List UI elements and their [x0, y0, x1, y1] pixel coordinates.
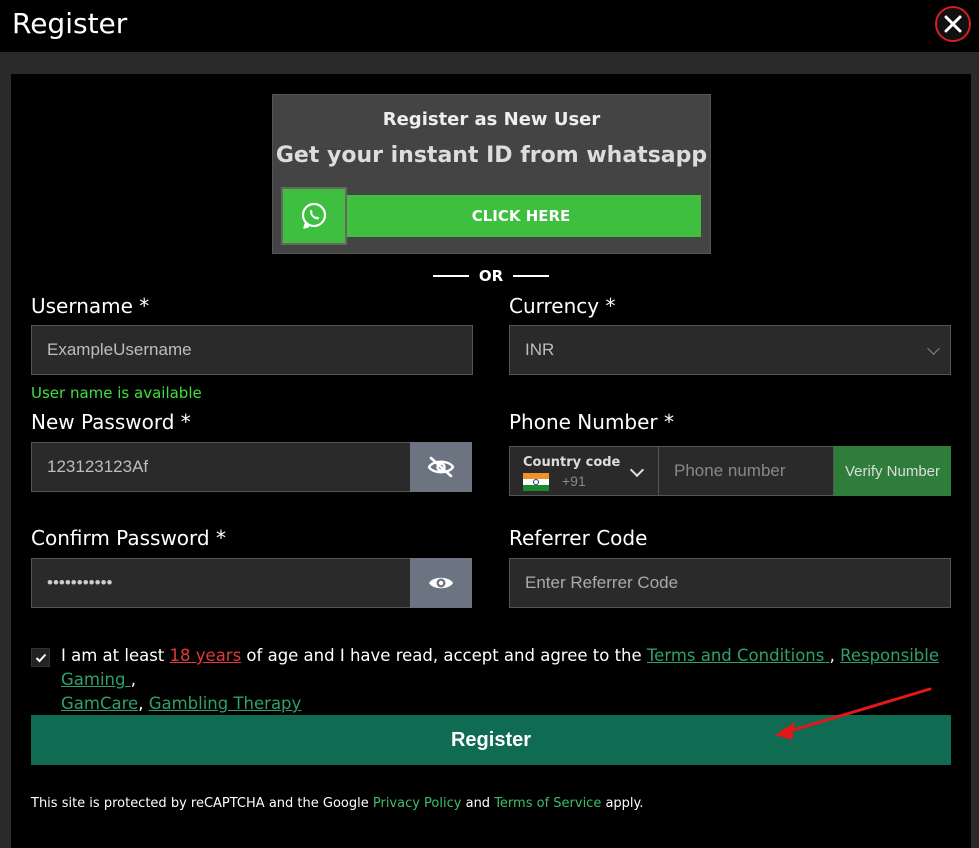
country-code-label: Country code: [523, 455, 621, 470]
or-separator: OR: [421, 266, 561, 286]
separator-line-right: [513, 275, 550, 277]
register-button[interactable]: Register: [31, 715, 951, 765]
india-flag-icon: [523, 473, 549, 491]
agreement-sep2: ,: [130, 670, 136, 689]
whatsapp-box-subtitle: Get your instant ID from whatsapp: [275, 143, 708, 168]
country-code-select[interactable]: Country code +91: [509, 446, 659, 496]
whatsapp-button-label: CLICK HERE: [341, 195, 701, 237]
agreement-prefix: I am at least: [61, 646, 170, 665]
recaptcha-prefix: This site is protected by reCAPTCHA and …: [31, 796, 373, 811]
agreement-text: I am at least 18 years of age and I have…: [31, 644, 951, 716]
close-button[interactable]: [935, 6, 971, 42]
modal-title: Register: [12, 7, 128, 40]
new-password-value: 123123123Af: [47, 457, 149, 476]
referrer-label: Referrer Code: [509, 526, 648, 550]
register-form-panel: Register as New User Get your instant ID…: [11, 74, 971, 848]
username-input[interactable]: ExampleUsername: [31, 325, 473, 375]
gamcare-link[interactable]: GamCare: [61, 694, 138, 713]
chevron-down-icon: [629, 462, 645, 478]
gambling-therapy-link[interactable]: Gambling Therapy: [149, 694, 302, 713]
modal-header: Register: [0, 0, 979, 52]
checkmark-icon: [35, 653, 46, 662]
eye-icon: [429, 577, 453, 589]
phone-field-group: Country code +91 Phone number Verify Num…: [509, 446, 951, 496]
new-password-label: New Password *: [31, 410, 191, 434]
agreement-middle: of age and I have read, accept and agree…: [241, 646, 647, 665]
agreement-sep3: ,: [138, 694, 149, 713]
or-text: OR: [478, 267, 504, 285]
separator-line-left: [432, 275, 469, 277]
verify-number-button[interactable]: Verify Number: [834, 446, 951, 496]
whatsapp-register-box: Register as New User Get your instant ID…: [272, 94, 711, 254]
confirm-password-label: Confirm Password *: [31, 526, 226, 550]
chevron-down-icon: [927, 342, 940, 355]
currency-label: Currency *: [509, 294, 616, 318]
confirm-password-value: •••••••••••: [47, 573, 113, 592]
toggle-confirm-password-visibility[interactable]: [410, 558, 472, 608]
toggle-new-password-visibility[interactable]: [410, 442, 472, 492]
username-value: ExampleUsername: [47, 340, 192, 359]
eye-slash-icon: [427, 456, 455, 478]
phone-number-placeholder: Phone number: [674, 461, 786, 480]
phone-number-input[interactable]: Phone number: [658, 446, 834, 496]
recaptcha-suffix: apply.: [601, 796, 644, 811]
terms-of-service-link[interactable]: Terms of Service: [494, 796, 601, 811]
currency-value: INR: [525, 340, 555, 359]
referrer-code-input[interactable]: Enter Referrer Code: [509, 558, 951, 608]
whatsapp-box-title: Register as New User: [382, 109, 601, 130]
modal-body: Register as New User Get your instant ID…: [0, 52, 979, 848]
username-label: Username *: [31, 294, 150, 318]
confirm-password-input[interactable]: •••••••••••: [31, 558, 411, 608]
recaptcha-and: and: [461, 796, 495, 811]
agreement-sep1: ,: [829, 646, 841, 665]
new-password-input[interactable]: 123123123Af: [31, 442, 411, 492]
phone-label: Phone Number *: [509, 410, 675, 434]
agree-checkbox[interactable]: [31, 648, 50, 667]
terms-link[interactable]: Terms and Conditions: [647, 646, 830, 665]
country-code-value: +91: [562, 473, 586, 489]
age-terms-agreement: I am at least 18 years of age and I have…: [31, 644, 951, 716]
username-status: User name is available: [31, 384, 202, 402]
currency-select[interactable]: INR: [509, 325, 951, 375]
whatsapp-click-here-button[interactable]: CLICK HERE: [281, 187, 701, 245]
whatsapp-icon: [281, 187, 347, 245]
privacy-policy-link[interactable]: Privacy Policy: [373, 796, 462, 811]
referrer-placeholder: Enter Referrer Code: [525, 573, 679, 592]
age-link[interactable]: 18 years: [170, 646, 242, 665]
recaptcha-notice: This site is protected by reCAPTCHA and …: [31, 796, 644, 811]
close-icon: [944, 15, 962, 33]
